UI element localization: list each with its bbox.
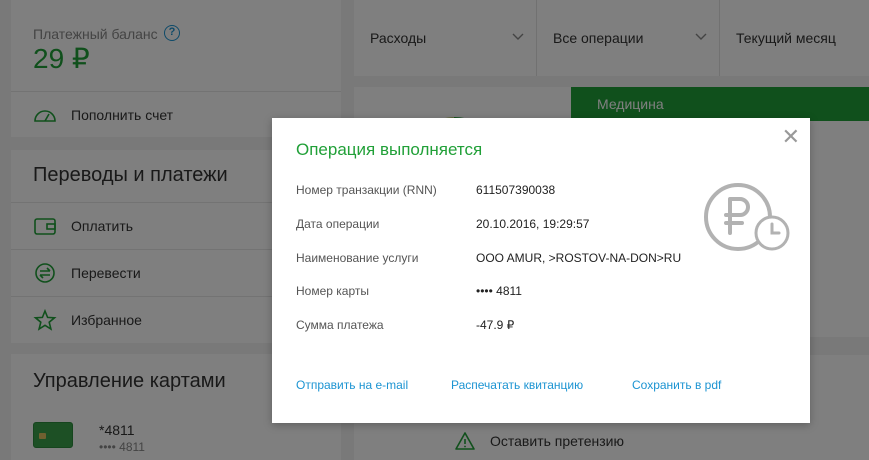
rnn-value: 611507390038 bbox=[476, 183, 556, 197]
card-number-label: Номер карты bbox=[296, 284, 369, 298]
email-link[interactable]: Отправить на e-mail bbox=[296, 378, 408, 392]
ruble-pending-icon bbox=[704, 183, 790, 251]
close-icon[interactable]: ✕ bbox=[782, 126, 800, 148]
amount-value: -47.9 ₽ bbox=[476, 318, 515, 332]
dialog-title: Операция выполняется bbox=[296, 140, 483, 159]
service-value: OOO AMUR, >ROSTOV-NA-DON>RU bbox=[476, 251, 682, 265]
save-pdf-link[interactable]: Сохранить в pdf bbox=[632, 378, 721, 392]
transaction-status-dialog: Операция выполняется ✕ Номер транзакции … bbox=[272, 118, 810, 423]
rnn-label: Номер транзакции (RNN) bbox=[296, 183, 437, 197]
service-label: Наименование услуги bbox=[296, 251, 419, 265]
card-number-value: •••• 4811 bbox=[476, 284, 522, 298]
date-label: Дата операции bbox=[296, 217, 380, 231]
amount-label: Сумма платежа bbox=[296, 318, 384, 332]
print-receipt-link[interactable]: Распечатать квитанцию bbox=[451, 378, 583, 392]
date-value: 20.10.2016, 19:29:57 bbox=[476, 217, 590, 231]
